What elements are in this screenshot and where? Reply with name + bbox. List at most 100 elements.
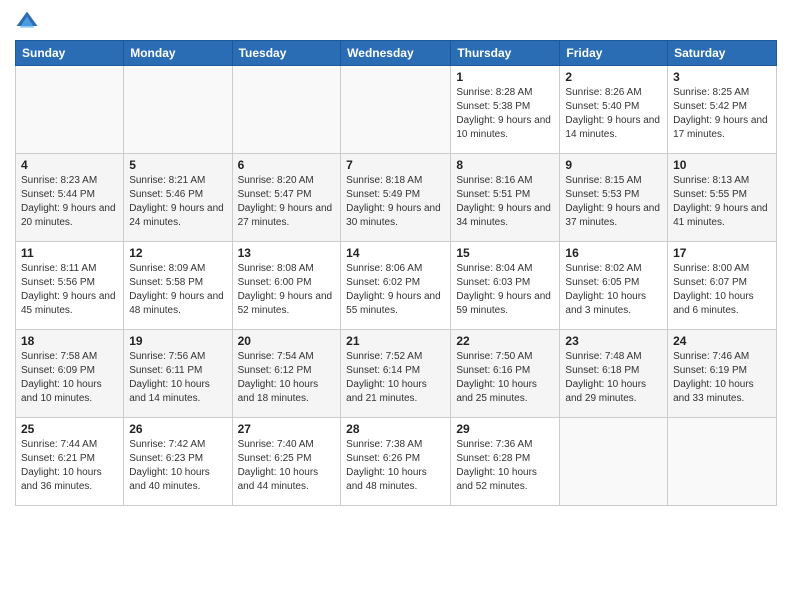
day-info: Sunrise: 8:26 AM Sunset: 5:40 PM Dayligh… <box>565 86 662 142</box>
day-number: 25 <box>21 422 118 436</box>
day-number: 26 <box>129 422 226 436</box>
day-number: 9 <box>565 158 662 172</box>
day-info: Sunrise: 8:13 AM Sunset: 5:55 PM Dayligh… <box>673 174 771 230</box>
header-saturday: Saturday <box>668 41 777 66</box>
day-info: Sunrise: 7:50 AM Sunset: 6:16 PM Dayligh… <box>456 350 554 406</box>
day-number: 6 <box>238 158 336 172</box>
day-number: 19 <box>129 334 226 348</box>
day-cell: 9 Sunrise: 8:15 AM Sunset: 5:53 PM Daylig… <box>560 154 668 242</box>
day-cell <box>16 66 124 154</box>
header-friday: Friday <box>560 41 668 66</box>
day-info: Sunrise: 7:48 AM Sunset: 6:18 PM Dayligh… <box>565 350 662 406</box>
day-cell: 21Sunrise: 7:52 AM Sunset: 6:14 PM Dayli… <box>341 330 451 418</box>
day-number: 22 <box>456 334 554 348</box>
day-info: Sunrise: 8:15 AM Sunset: 5:53 PM Dayligh… <box>565 174 662 230</box>
day-info: Sunrise: 8:20 AM Sunset: 5:47 PM Dayligh… <box>238 174 336 230</box>
day-info: Sunrise: 8:16 AM Sunset: 5:51 PM Dayligh… <box>456 174 554 230</box>
day-number: 2 <box>565 70 662 84</box>
day-cell: 4 Sunrise: 8:23 AM Sunset: 5:44 PM Daylig… <box>16 154 124 242</box>
day-info: Sunrise: 8:09 AM Sunset: 5:58 PM Dayligh… <box>129 262 226 318</box>
day-info: Sunrise: 8:06 AM Sunset: 6:02 PM Dayligh… <box>346 262 445 318</box>
day-number: 23 <box>565 334 662 348</box>
day-info: Sunrise: 8:11 AM Sunset: 5:56 PM Dayligh… <box>21 262 118 318</box>
day-info: Sunrise: 7:40 AM Sunset: 6:25 PM Dayligh… <box>238 438 336 494</box>
calendar-table: SundayMondayTuesdayWednesdayThursdayFrid… <box>15 40 777 506</box>
day-cell <box>560 418 668 506</box>
day-number: 13 <box>238 246 336 260</box>
day-number: 18 <box>21 334 118 348</box>
day-number: 24 <box>673 334 771 348</box>
header-wednesday: Wednesday <box>341 41 451 66</box>
logo <box>15 10 43 34</box>
day-info: Sunrise: 8:28 AM Sunset: 5:38 PM Dayligh… <box>456 86 554 142</box>
day-number: 1 <box>456 70 554 84</box>
day-number: 21 <box>346 334 445 348</box>
day-number: 11 <box>21 246 118 260</box>
day-cell: 10Sunrise: 8:13 AM Sunset: 5:55 PM Dayli… <box>668 154 777 242</box>
day-cell <box>124 66 232 154</box>
week-row-5: 25 Sunrise: 7:44 AM Sunset: 6:21 PM Dayli… <box>16 418 777 506</box>
day-cell: 12Sunrise: 8:09 AM Sunset: 5:58 PM Dayli… <box>124 242 232 330</box>
day-info: Sunrise: 7:38 AM Sunset: 6:26 PM Dayligh… <box>346 438 445 494</box>
day-cell: 16 Sunrise: 8:02 AM Sunset: 6:05 PM Dayli… <box>560 242 668 330</box>
day-info: Sunrise: 8:18 AM Sunset: 5:49 PM Dayligh… <box>346 174 445 230</box>
day-number: 16 <box>565 246 662 260</box>
day-info: Sunrise: 7:42 AM Sunset: 6:23 PM Dayligh… <box>129 438 226 494</box>
day-cell: 20 Sunrise: 7:54 AM Sunset: 6:12 PM Dayli… <box>232 330 341 418</box>
day-number: 29 <box>456 422 554 436</box>
day-cell: 1 Sunrise: 8:28 AM Sunset: 5:38 PM Daylig… <box>451 66 560 154</box>
day-info: Sunrise: 8:25 AM Sunset: 5:42 PM Dayligh… <box>673 86 771 142</box>
calendar-header: SundayMondayTuesdayWednesdayThursdayFrid… <box>16 41 777 66</box>
day-cell: 18 Sunrise: 7:58 AM Sunset: 6:09 PM Dayli… <box>16 330 124 418</box>
day-cell: 19 Sunrise: 7:56 AM Sunset: 6:11 PM Dayli… <box>124 330 232 418</box>
header-row: SundayMondayTuesdayWednesdayThursdayFrid… <box>16 41 777 66</box>
day-cell: 5 Sunrise: 8:21 AM Sunset: 5:46 PM Daylig… <box>124 154 232 242</box>
day-cell: 7 Sunrise: 8:18 AM Sunset: 5:49 PM Daylig… <box>341 154 451 242</box>
logo-icon <box>15 10 39 34</box>
day-cell: 15 Sunrise: 8:04 AM Sunset: 6:03 PM Dayli… <box>451 242 560 330</box>
day-info: Sunrise: 8:00 AM Sunset: 6:07 PM Dayligh… <box>673 262 771 318</box>
week-row-2: 4 Sunrise: 8:23 AM Sunset: 5:44 PM Daylig… <box>16 154 777 242</box>
day-info: Sunrise: 8:21 AM Sunset: 5:46 PM Dayligh… <box>129 174 226 230</box>
day-info: Sunrise: 7:46 AM Sunset: 6:19 PM Dayligh… <box>673 350 771 406</box>
day-number: 15 <box>456 246 554 260</box>
day-info: Sunrise: 8:02 AM Sunset: 6:05 PM Dayligh… <box>565 262 662 318</box>
day-info: Sunrise: 7:58 AM Sunset: 6:09 PM Dayligh… <box>21 350 118 406</box>
day-number: 20 <box>238 334 336 348</box>
day-cell: 29Sunrise: 7:36 AM Sunset: 6:28 PM Dayli… <box>451 418 560 506</box>
header-tuesday: Tuesday <box>232 41 341 66</box>
day-info: Sunrise: 8:04 AM Sunset: 6:03 PM Dayligh… <box>456 262 554 318</box>
day-info: Sunrise: 8:08 AM Sunset: 6:00 PM Dayligh… <box>238 262 336 318</box>
day-cell: 27 Sunrise: 7:40 AM Sunset: 6:25 PM Dayli… <box>232 418 341 506</box>
day-number: 4 <box>21 158 118 172</box>
day-number: 5 <box>129 158 226 172</box>
day-number: 28 <box>346 422 445 436</box>
day-cell: 3 Sunrise: 8:25 AM Sunset: 5:42 PM Daylig… <box>668 66 777 154</box>
day-cell: 17 Sunrise: 8:00 AM Sunset: 6:07 PM Dayli… <box>668 242 777 330</box>
day-cell: 13 Sunrise: 8:08 AM Sunset: 6:00 PM Dayli… <box>232 242 341 330</box>
week-row-1: 1 Sunrise: 8:28 AM Sunset: 5:38 PM Daylig… <box>16 66 777 154</box>
day-cell: 14Sunrise: 8:06 AM Sunset: 6:02 PM Dayli… <box>341 242 451 330</box>
day-cell: 8 Sunrise: 8:16 AM Sunset: 5:51 PM Daylig… <box>451 154 560 242</box>
header-sunday: Sunday <box>16 41 124 66</box>
day-info: Sunrise: 7:56 AM Sunset: 6:11 PM Dayligh… <box>129 350 226 406</box>
day-cell: 2 Sunrise: 8:26 AM Sunset: 5:40 PM Daylig… <box>560 66 668 154</box>
week-row-3: 11 Sunrise: 8:11 AM Sunset: 5:56 PM Dayli… <box>16 242 777 330</box>
day-cell: 25 Sunrise: 7:44 AM Sunset: 6:21 PM Dayli… <box>16 418 124 506</box>
day-number: 8 <box>456 158 554 172</box>
day-number: 27 <box>238 422 336 436</box>
day-cell <box>232 66 341 154</box>
day-cell: 24 Sunrise: 7:46 AM Sunset: 6:19 PM Dayli… <box>668 330 777 418</box>
day-info: Sunrise: 7:44 AM Sunset: 6:21 PM Dayligh… <box>21 438 118 494</box>
day-number: 17 <box>673 246 771 260</box>
day-number: 3 <box>673 70 771 84</box>
day-cell: 11 Sunrise: 8:11 AM Sunset: 5:56 PM Dayli… <box>16 242 124 330</box>
header <box>15 10 777 34</box>
header-monday: Monday <box>124 41 232 66</box>
day-info: Sunrise: 8:23 AM Sunset: 5:44 PM Dayligh… <box>21 174 118 230</box>
day-cell: 6 Sunrise: 8:20 AM Sunset: 5:47 PM Daylig… <box>232 154 341 242</box>
calendar-page: SundayMondayTuesdayWednesdayThursdayFrid… <box>0 0 792 612</box>
day-info: Sunrise: 7:54 AM Sunset: 6:12 PM Dayligh… <box>238 350 336 406</box>
day-number: 7 <box>346 158 445 172</box>
calendar-body: 1 Sunrise: 8:28 AM Sunset: 5:38 PM Daylig… <box>16 66 777 506</box>
